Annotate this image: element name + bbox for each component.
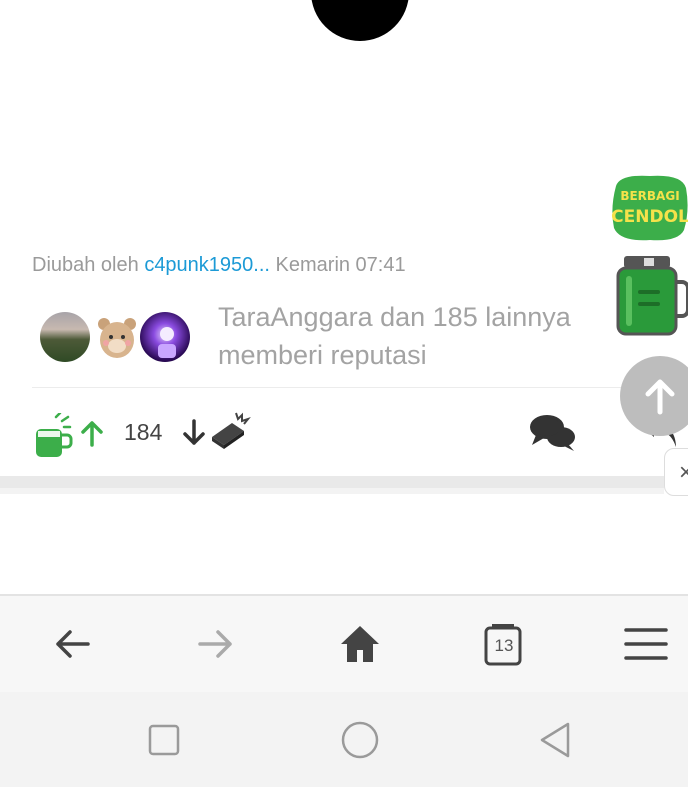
- avatar[interactable]: [92, 312, 142, 362]
- tabs-button[interactable]: 13: [482, 622, 526, 666]
- section-separator: [0, 476, 664, 488]
- sticker-text-1: BERBAGI: [620, 189, 679, 203]
- post-actions: 184: [0, 405, 688, 465]
- home-icon[interactable]: [338, 622, 382, 666]
- sticker-text-2: CENDOL: [611, 207, 688, 227]
- avatar[interactable]: [140, 312, 190, 362]
- forward-arrow-icon[interactable]: [194, 622, 238, 666]
- edited-info: Diubah oleh c4punk1950... Kemarin 07:41: [32, 254, 406, 277]
- tabs-count: 13: [494, 636, 514, 655]
- close-icon: ×: [679, 459, 688, 486]
- brick-icon[interactable]: [208, 409, 252, 453]
- arrow-up-icon: [645, 379, 675, 415]
- system-home-icon[interactable]: [340, 720, 380, 760]
- author-avatar[interactable]: [311, 0, 409, 41]
- berbagi-cendol-sticker[interactable]: BERBAGI CENDOL: [610, 172, 688, 244]
- avatar[interactable]: [40, 312, 90, 362]
- comment-icon[interactable]: [528, 413, 578, 453]
- reputation-text[interactable]: TaraAnggara dan 185 lainnya memberi repu…: [218, 298, 598, 374]
- downvote-arrow-icon[interactable]: [182, 419, 206, 447]
- edited-time: Kemarin 07:41: [275, 254, 406, 276]
- system-nav-bar: [0, 692, 688, 787]
- back-arrow-icon[interactable]: [50, 622, 94, 666]
- browser-toolbar: 13: [0, 594, 688, 692]
- recent-apps-icon[interactable]: [144, 720, 184, 760]
- vote-count: 184: [124, 419, 163, 445]
- section-separator: [0, 488, 664, 494]
- divider: [32, 387, 642, 388]
- cendol-jar-icon[interactable]: [614, 254, 688, 338]
- upvote-arrow-icon[interactable]: [80, 419, 104, 447]
- menu-icon[interactable]: [624, 622, 668, 666]
- close-floating-button[interactable]: ×: [664, 448, 688, 496]
- cendol-cup-icon[interactable]: [34, 413, 74, 459]
- edited-user-link[interactable]: c4punk1950...: [144, 254, 270, 276]
- edited-prefix: Diubah oleh: [32, 254, 139, 276]
- system-back-icon[interactable]: [536, 720, 576, 760]
